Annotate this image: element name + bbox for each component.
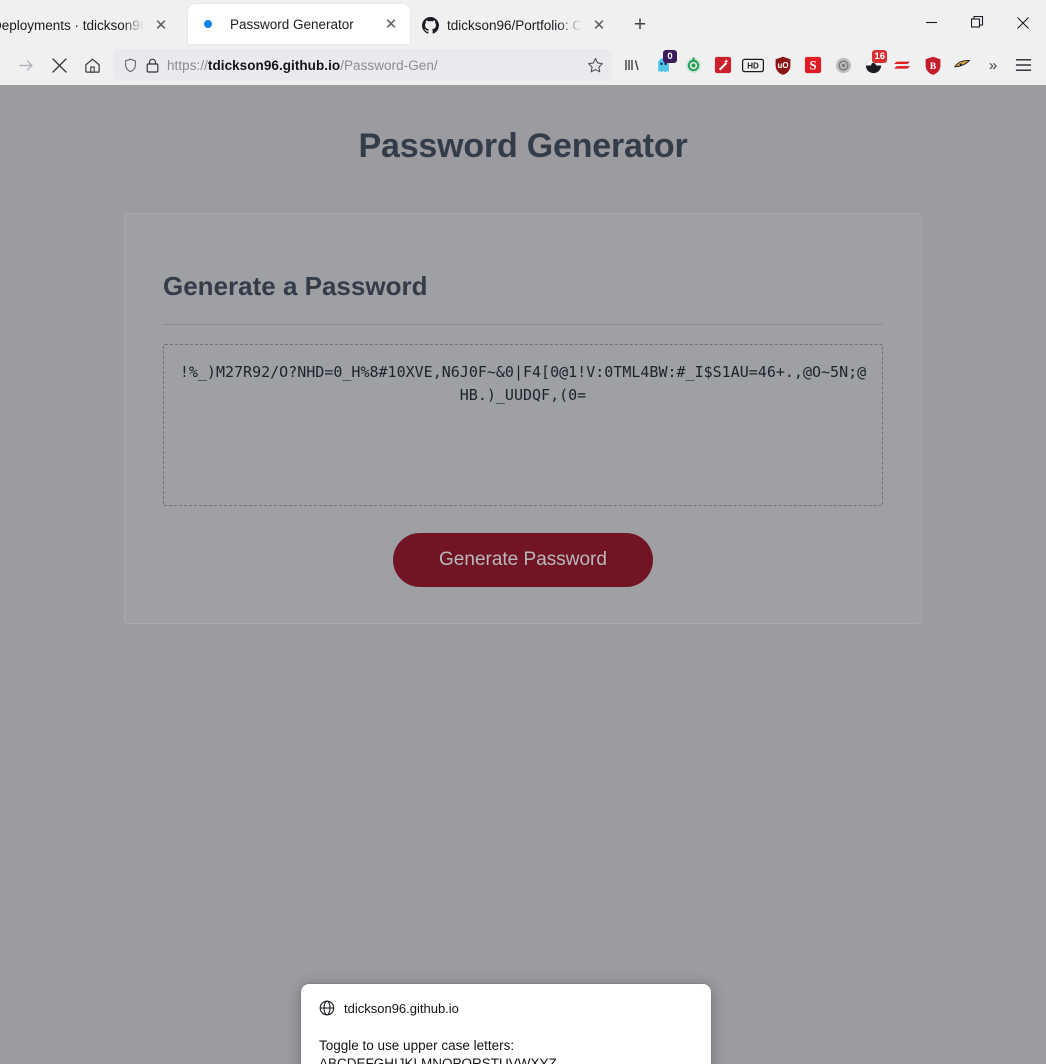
browser-window: Deployments · tdickson96/Password-Gen ✕ … — [0, 0, 1046, 1064]
page-title: Password Generator — [358, 127, 688, 165]
close-icon[interactable]: ✕ — [152, 16, 170, 34]
hd-video-extension-icon[interactable]: HD — [738, 50, 768, 80]
dialog-origin-text: tdickson96.github.io — [344, 1000, 459, 1016]
page-viewport: Password Generator Generate a Password !… — [0, 85, 1046, 1064]
dialog-message: Toggle to use upper case letters: ABCDEF… — [319, 1038, 557, 1064]
github-icon — [422, 16, 439, 34]
url-path: /Password-Gen/ — [340, 57, 438, 73]
permission-dialog: tdickson96.github.io Toggle to use upper… — [301, 984, 711, 1064]
dialog-origin-row: tdickson96.github.io — [319, 1000, 693, 1016]
password-output[interactable]: !%_)M27R92/O?NHD=0_H%8#10XVE,N6J0F~&0|F4… — [163, 344, 883, 506]
card-heading: Generate a Password — [163, 271, 428, 301]
window-controls — [908, 0, 1046, 45]
stop-loading-button[interactable] — [43, 49, 76, 81]
notifications-extension-icon[interactable]: 16 — [858, 50, 888, 80]
navigation-toolbar: https://tdickson96.github.io/Password-Ge… — [0, 45, 1046, 85]
forward-button[interactable] — [10, 49, 43, 81]
minimize-button[interactable] — [908, 0, 954, 45]
star-icon[interactable] — [587, 57, 604, 74]
svg-text:S: S — [809, 59, 816, 73]
gear-extension-icon[interactable] — [828, 50, 858, 80]
close-window-button[interactable] — [1000, 0, 1046, 45]
tab-title: Password Generator — [230, 16, 354, 32]
extensions-toolbar: 0 HD uO S 16 B » — [618, 50, 1038, 80]
svg-text:B: B — [930, 61, 937, 71]
svg-text:uO: uO — [777, 61, 788, 70]
page-content: Password Generator Generate a Password !… — [0, 85, 1046, 1064]
s-extension-icon[interactable]: S — [798, 50, 828, 80]
home-button[interactable] — [76, 49, 109, 81]
close-icon[interactable]: ✕ — [382, 15, 400, 33]
address-bar[interactable]: https://tdickson96.github.io/Password-Ge… — [113, 49, 612, 81]
library-icon[interactable] — [618, 50, 648, 80]
extension-badge: 0 — [663, 50, 677, 63]
ublock-origin-icon[interactable]: uO — [768, 50, 798, 80]
extension-badge: 16 — [872, 50, 887, 63]
green-shield-extension-icon[interactable] — [678, 50, 708, 80]
tab-title: Deployments · tdickson96/Password-Gen — [0, 17, 144, 33]
magic-wand-extension-icon[interactable] — [708, 50, 738, 80]
overflow-menu-button[interactable]: » — [978, 50, 1008, 80]
ghostery-extension-icon[interactable]: 0 — [648, 50, 678, 80]
svg-text:HD: HD — [747, 61, 759, 70]
globe-icon — [319, 1000, 335, 1016]
url-scheme: https:// — [167, 57, 208, 73]
tab-title: tdickson96/Portfolio: Coding projects — [447, 17, 582, 33]
lock-icon[interactable] — [146, 58, 159, 73]
generator-card: Generate a Password !%_)M27R92/O?NHD=0_H… — [124, 213, 922, 624]
tab-deployments[interactable]: Deployments · tdickson96/Password-Gen ✕ — [0, 6, 188, 44]
button-row: Generate Password — [163, 533, 883, 587]
ninja-extension-icon[interactable] — [948, 50, 978, 80]
overflow-label: » — [988, 56, 998, 74]
bitwarden-extension-icon[interactable]: B — [918, 50, 948, 80]
hamburger-menu-button[interactable] — [1008, 50, 1038, 80]
maximize-restore-button[interactable] — [954, 0, 1000, 45]
new-tab-button[interactable]: + — [624, 9, 656, 41]
red-stripes-extension-icon[interactable] — [888, 50, 918, 80]
url-text[interactable]: https://tdickson96.github.io/Password-Ge… — [167, 58, 579, 73]
shield-icon[interactable] — [123, 58, 138, 73]
generate-password-button[interactable]: Generate Password — [393, 533, 653, 587]
close-icon[interactable]: ✕ — [590, 16, 608, 34]
tab-strip: Deployments · tdickson96/Password-Gen ✕ … — [0, 0, 1046, 45]
tab-password-generator[interactable]: Password Generator ✕ — [188, 4, 410, 44]
url-host: tdickson96.github.io — [207, 57, 341, 73]
divider — [163, 324, 883, 325]
tab-portfolio[interactable]: tdickson96/Portfolio: Coding projects ✕ — [410, 6, 618, 44]
loading-dot-icon — [204, 20, 212, 28]
